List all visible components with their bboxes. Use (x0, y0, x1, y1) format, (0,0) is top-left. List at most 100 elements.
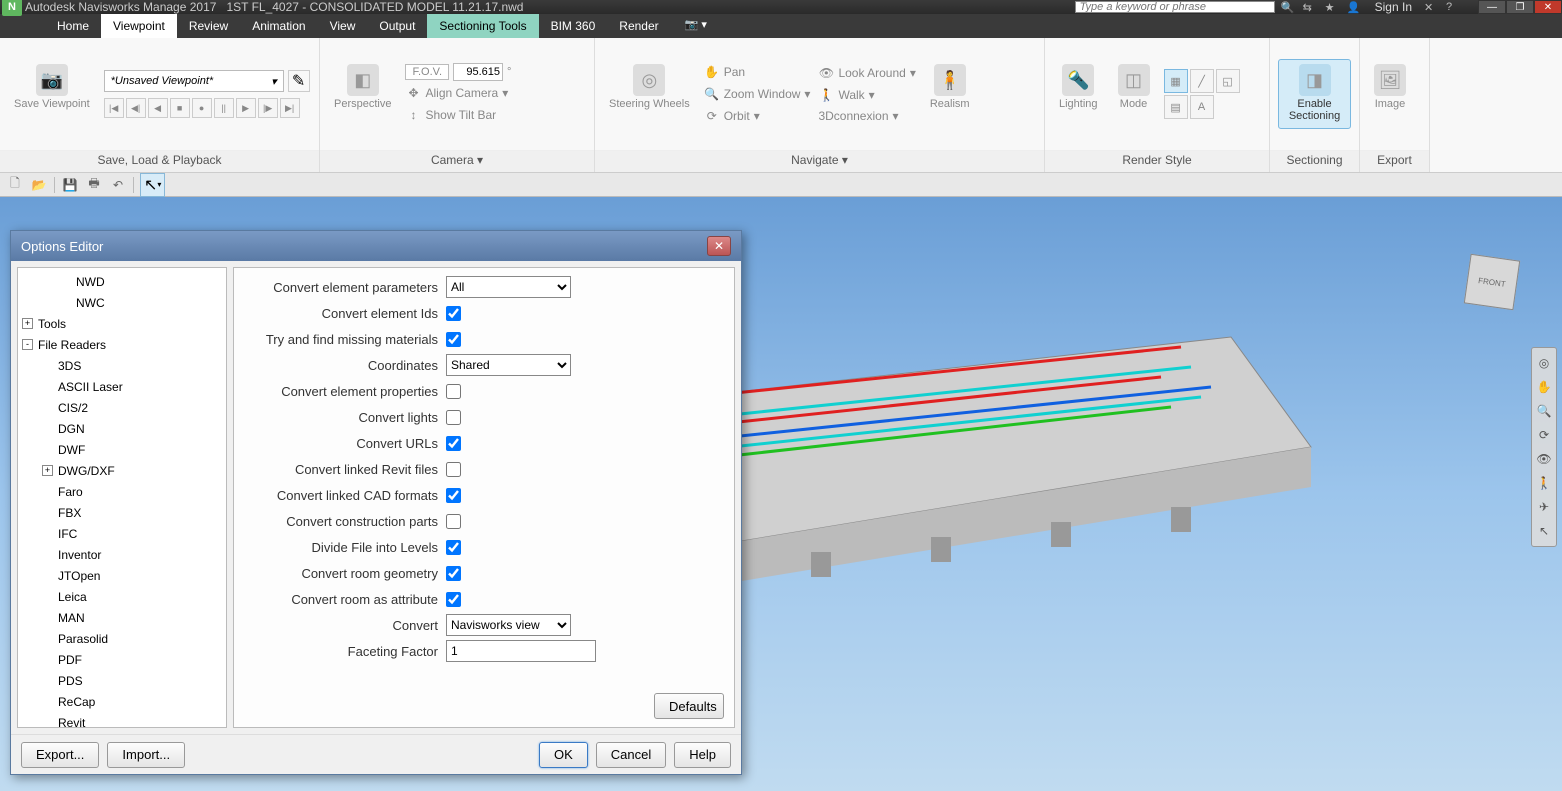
tree-node-ascii-laser[interactable]: ASCII Laser (18, 377, 226, 398)
tilt-bar-button[interactable]: ↕Show Tilt Bar (405, 105, 511, 125)
user-icon[interactable]: 👤 (1347, 1, 1363, 13)
signin-button[interactable]: Sign In (1369, 0, 1418, 14)
step-fwd-button[interactable]: |▶ (258, 98, 278, 118)
tree-node-faro[interactable]: Faro (18, 482, 226, 503)
expander-icon[interactable]: - (22, 339, 33, 350)
tree-node-fbx[interactable]: FBX (18, 503, 226, 524)
open-icon[interactable]: 📂 (30, 176, 48, 194)
search-input[interactable] (1075, 1, 1275, 13)
convert-lights-checkbox[interactable] (446, 410, 461, 425)
tree-node-inventor[interactable]: Inventor (18, 545, 226, 566)
mode-button[interactable]: ◫ Mode (1112, 60, 1156, 128)
nav-select-icon[interactable]: ↖ (1532, 519, 1556, 543)
zoom-button[interactable]: 🔍Zoom Window ▾ (704, 84, 811, 104)
tab-review[interactable]: Review (177, 14, 240, 38)
tree-node-nwc[interactable]: NWC (18, 293, 226, 314)
view-cube[interactable]: FRONT (1457, 247, 1527, 317)
undo-icon[interactable]: ↶ (109, 176, 127, 194)
convert-select[interactable]: Navisworks view (446, 614, 571, 636)
style-4-button[interactable]: ▤ (1164, 95, 1188, 119)
tree-node-nwd[interactable]: NWD (18, 272, 226, 293)
nav-orbit-icon[interactable]: ⟳ (1532, 423, 1556, 447)
tab-bim-360[interactable]: BIM 360 (539, 14, 608, 38)
help-icon[interactable]: ? (1446, 1, 1462, 13)
new-icon[interactable]: 🗋 (6, 176, 24, 194)
viewpoint-edit-button[interactable]: ✎ (288, 70, 310, 92)
convert-params-select[interactable]: All (446, 276, 571, 298)
help-button[interactable]: Help (674, 742, 731, 768)
maximize-button[interactable]: ❐ (1506, 0, 1534, 14)
room-attribute-checkbox[interactable] (446, 592, 461, 607)
tree-node-ifc[interactable]: IFC (18, 524, 226, 545)
pan-button[interactable]: ✋Pan (704, 62, 811, 82)
look-around-button[interactable]: 👁Look Around ▾ (818, 63, 915, 83)
play-back-button[interactable]: ◀ (148, 98, 168, 118)
coordinates-select[interactable]: Shared (446, 354, 571, 376)
enable-sectioning-button[interactable]: ◨ Enable Sectioning (1278, 59, 1351, 129)
tree-node-tools[interactable]: +Tools (18, 314, 226, 335)
tree-node-parasolid[interactable]: Parasolid (18, 629, 226, 650)
style-5-button[interactable]: A (1190, 95, 1214, 119)
nav-walk-icon[interactable]: 🚶 (1532, 471, 1556, 495)
tree-node-revit[interactable]: Revit (18, 713, 226, 728)
import-button[interactable]: Import... (107, 742, 185, 768)
tree-node-dgn[interactable]: DGN (18, 419, 226, 440)
style-1-button[interactable]: ▦ (1164, 69, 1188, 93)
convert-props-checkbox[interactable] (446, 384, 461, 399)
linked-cad-checkbox[interactable] (446, 488, 461, 503)
convert-ids-checkbox[interactable] (446, 306, 461, 321)
close-button[interactable]: ✕ (1534, 0, 1562, 14)
viewpoint-dropdown[interactable]: *Unsaved Viewpoint*▾ (104, 70, 284, 92)
record-button[interactable]: ● (192, 98, 212, 118)
defaults-button[interactable]: Defaults (654, 693, 724, 719)
star-icon[interactable]: ★ (1325, 1, 1341, 13)
room-geometry-checkbox[interactable] (446, 566, 461, 581)
rewind-button[interactable]: |◀ (104, 98, 124, 118)
tree-node-3ds[interactable]: 3DS (18, 356, 226, 377)
perspective-button[interactable]: ◧ Perspective (328, 60, 397, 128)
expander-icon[interactable]: + (22, 318, 33, 329)
nav-pan-icon[interactable]: ✋ (1532, 375, 1556, 399)
tree-node-file-readers[interactable]: -File Readers (18, 335, 226, 356)
tab-view[interactable]: View (318, 14, 368, 38)
tree-node-jtopen[interactable]: JTOpen (18, 566, 226, 587)
tab-output[interactable]: Output (367, 14, 427, 38)
print-icon[interactable]: 🖶 (85, 176, 103, 194)
pause-button[interactable]: || (214, 98, 234, 118)
tab-render[interactable]: Render (607, 14, 670, 38)
select-tool[interactable]: ↖▾ (140, 173, 165, 197)
3dconnexion-button[interactable]: 3Dconnexion ▾ (818, 107, 915, 125)
search-icon[interactable]: 🔍 (1281, 1, 1297, 13)
tree-node-pds[interactable]: PDS (18, 671, 226, 692)
walk-button[interactable]: 🚶Walk ▾ (818, 85, 915, 105)
nav-zoom-icon[interactable]: 🔍 (1532, 399, 1556, 423)
style-3-button[interactable]: ◱ (1216, 69, 1240, 93)
ok-button[interactable]: OK (539, 742, 588, 768)
menu-camera-icon[interactable]: 📷 ▾ (681, 14, 711, 38)
tab-sectioning-tools[interactable]: Sectioning Tools (427, 14, 538, 38)
lighting-button[interactable]: 🔦 Lighting (1053, 60, 1104, 128)
divide-levels-checkbox[interactable] (446, 540, 461, 555)
faceting-factor-input[interactable] (446, 640, 596, 662)
play-button[interactable]: ▶ (236, 98, 256, 118)
comm-icon[interactable]: ⇆ (1303, 1, 1319, 13)
cancel-button[interactable]: Cancel (596, 742, 666, 768)
dialog-titlebar[interactable]: Options Editor ✕ (11, 231, 741, 261)
tree-node-leica[interactable]: Leica (18, 587, 226, 608)
realism-button[interactable]: 🧍 Realism (924, 60, 976, 128)
tab-viewpoint[interactable]: Viewpoint (101, 14, 177, 38)
tree-node-man[interactable]: MAN (18, 608, 226, 629)
tab-home[interactable]: Home (45, 14, 101, 38)
save-viewpoint-button[interactable]: 📷 Save Viewpoint (8, 60, 96, 128)
construction-parts-checkbox[interactable] (446, 514, 461, 529)
missing-materials-checkbox[interactable] (446, 332, 461, 347)
fov-input[interactable] (453, 63, 503, 81)
nav-wheel-icon[interactable]: ◎ (1532, 351, 1556, 375)
style-2-button[interactable]: ╱ (1190, 69, 1214, 93)
nav-fly-icon[interactable]: ✈ (1532, 495, 1556, 519)
dialog-close-button[interactable]: ✕ (707, 236, 731, 256)
options-tree[interactable]: NWDNWC+Tools-File Readers3DSASCII LaserC… (17, 267, 227, 728)
align-camera-button[interactable]: ✥Align Camera ▾ (405, 83, 511, 103)
stop-button[interactable]: ■ (170, 98, 190, 118)
image-export-button[interactable]: 🖼 Image (1368, 60, 1412, 128)
